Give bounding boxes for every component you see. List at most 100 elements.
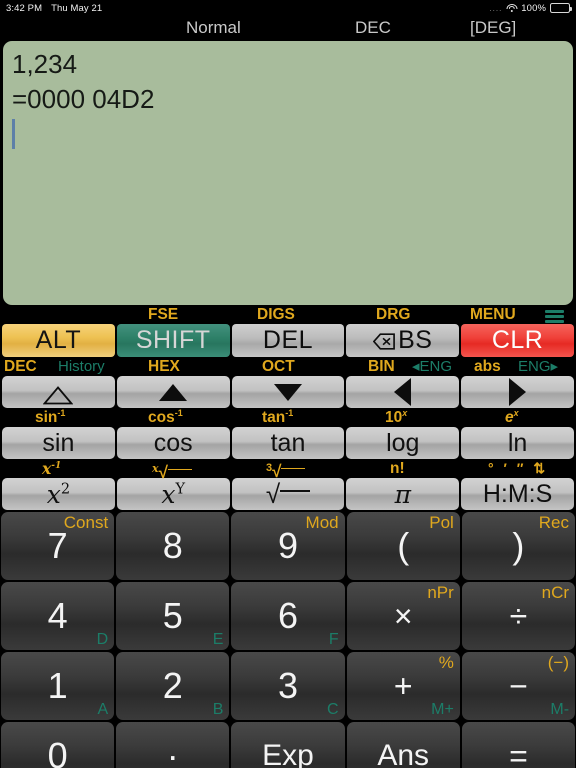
lcd-display[interactable]: 1,234 =0000 04D2 xyxy=(3,41,573,305)
down-arrow-button[interactable] xyxy=(231,376,345,408)
backspace-button[interactable]: BS xyxy=(346,324,460,357)
keypad-row-4: 0 MC · M Exp MR Ans History = xyxy=(1,722,576,768)
key-decimal-point[interactable]: · M xyxy=(116,722,230,768)
arrow-label-strip: DEC History HEX OCT BIN ◂ENG abs ENG▸ xyxy=(0,357,576,376)
del-button-label: DEL xyxy=(262,326,314,354)
right-arrow-button[interactable] xyxy=(461,376,574,408)
status-time: 3:42 PM xyxy=(6,2,43,14)
square-root-button[interactable]: √ xyxy=(231,478,345,510)
key-2-shift-label: B xyxy=(212,701,224,718)
label-cube-root: 3√ xyxy=(266,459,306,482)
status-date: Thu May 21 xyxy=(51,2,103,14)
pi-button[interactable]: π xyxy=(346,478,460,510)
backspace-button-label: BS xyxy=(398,326,433,354)
status-bar-left: 3:42 PM Thu May 21 xyxy=(6,3,102,14)
key-0[interactable]: 0 MC xyxy=(1,722,115,768)
cos-button-label: cos xyxy=(153,428,193,457)
key-ans[interactable]: Ans History xyxy=(346,722,460,768)
label-history: History xyxy=(58,358,105,375)
key-8[interactable]: 8 xyxy=(116,512,230,580)
key-2[interactable]: 2 B xyxy=(116,652,230,720)
key-close-paren-alt-label: Rec xyxy=(538,513,570,532)
key-open-paren-label: ( xyxy=(397,525,410,566)
label-ten-power-x: 10x xyxy=(385,407,408,426)
angle-indicator[interactable]: [DEG] xyxy=(470,16,516,39)
label-abs: abs xyxy=(474,358,501,375)
up-arrow-button[interactable] xyxy=(116,376,230,408)
triangle-right-icon xyxy=(509,378,527,406)
mode-bar: Normal DEC [DEG] xyxy=(0,16,576,39)
triangle-up-icon xyxy=(159,383,188,401)
key-plus-shift-label: M+ xyxy=(431,701,454,718)
keypad-row-1: 7 Const 8 9 Mod ( Pol ) Rec xyxy=(1,512,576,580)
status-bar: 3:42 PM Thu May 21 .... 100% xyxy=(0,0,576,16)
key-1[interactable]: 1 A xyxy=(1,652,115,720)
label-drg: DRG xyxy=(376,306,411,323)
key-minus[interactable]: − (−) M- xyxy=(461,652,576,720)
control-button-row: ALT SHIFT DEL BS CLR xyxy=(0,324,576,357)
label-hex: HEX xyxy=(148,358,180,375)
left-arrow-button[interactable] xyxy=(346,376,460,408)
ln-button-label: ln xyxy=(507,428,528,457)
key-3[interactable]: 3 C xyxy=(231,652,345,720)
triangle-left-icon xyxy=(394,378,412,406)
key-5[interactable]: 5 E xyxy=(116,582,230,650)
battery-percent: 100% xyxy=(521,2,546,14)
ln-button[interactable]: ln xyxy=(461,427,574,459)
key-plus-label: + xyxy=(393,668,413,704)
key-9[interactable]: 9 Mod xyxy=(231,512,345,580)
tan-button[interactable]: tan xyxy=(231,427,345,459)
key-minus-shift-label: M- xyxy=(550,701,570,718)
label-asin: sin-1 xyxy=(35,407,66,426)
display-line-1: 1,234 xyxy=(12,49,78,79)
key-7[interactable]: 7 Const xyxy=(1,512,115,580)
sin-button[interactable]: sin xyxy=(2,427,115,459)
key-1-label: 1 xyxy=(47,665,68,706)
key-9-alt-label: Mod xyxy=(305,513,339,532)
label-bin: BIN xyxy=(368,358,395,375)
label-fse: FSE xyxy=(148,306,179,323)
mode-indicator[interactable]: Normal xyxy=(186,16,241,39)
x-squared-button[interactable]: x2 xyxy=(2,478,115,510)
power-label-strip: x-1 x√ 3√ n! ° ′ ″ ⇅ xyxy=(0,459,576,482)
key-close-paren[interactable]: ) Rec xyxy=(461,512,576,580)
keypad-row-2: 4 D 5 E 6 F × nPr ÷ nCr xyxy=(1,582,576,650)
key-6[interactable]: 6 F xyxy=(231,582,345,650)
key-ans-label: Ans xyxy=(377,739,430,768)
cos-button[interactable]: cos xyxy=(116,427,230,459)
key-open-paren-alt-label: Pol xyxy=(429,513,454,532)
key-equals[interactable]: = xyxy=(461,722,576,768)
key-7-label: 7 xyxy=(47,525,68,566)
key-9-label: 9 xyxy=(277,525,299,566)
status-bar-right: .... 100% xyxy=(489,2,572,14)
clear-button-label: CLR xyxy=(491,326,544,354)
hms-button[interactable]: H:M:S xyxy=(461,478,574,510)
key-close-paren-label: ) xyxy=(512,525,525,566)
arrow-button-row xyxy=(0,376,576,408)
shift-button[interactable]: SHIFT xyxy=(116,324,230,357)
up-outline-arrow-button[interactable] xyxy=(2,376,115,408)
log-button[interactable]: log xyxy=(346,427,460,459)
clear-button[interactable]: CLR xyxy=(461,324,574,357)
keypad: 7 Const 8 9 Mod ( Pol ) Rec 4 D 5 E 6 F … xyxy=(0,512,576,768)
trig-button-row: sin cos tan log ln xyxy=(0,427,576,459)
key-exp[interactable]: Exp MR xyxy=(231,722,345,768)
key-plus-alt-label: % xyxy=(438,653,454,672)
hamburger-menu-icon[interactable] xyxy=(545,308,564,327)
label-menu[interactable]: MENU xyxy=(470,305,516,324)
trig-label-strip: sin-1 cos-1 tan-1 10x ex xyxy=(0,408,576,427)
del-button[interactable]: DEL xyxy=(231,324,345,357)
label-factorial: n! xyxy=(390,460,405,477)
base-indicator[interactable]: DEC xyxy=(355,16,391,39)
key-divide[interactable]: ÷ nCr xyxy=(461,582,576,650)
key-5-label: 5 xyxy=(162,595,183,636)
key-5-shift-label: E xyxy=(212,631,224,648)
key-plus[interactable]: + % M+ xyxy=(346,652,460,720)
alt-button[interactable]: ALT xyxy=(2,324,115,357)
key-4[interactable]: 4 D xyxy=(1,582,115,650)
key-multiply[interactable]: × nPr xyxy=(346,582,460,650)
shift-button-label: SHIFT xyxy=(135,326,211,354)
key-6-shift-label: F xyxy=(328,631,339,648)
triangle-up-outline-icon xyxy=(42,383,74,404)
key-open-paren[interactable]: ( Pol xyxy=(346,512,460,580)
